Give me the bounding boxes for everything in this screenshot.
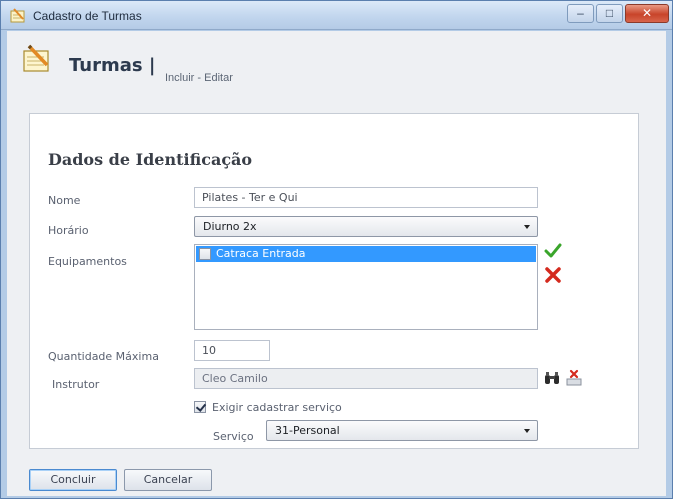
maximize-icon: □ (605, 6, 614, 20)
window-controls: ‒ □ ✕ (567, 4, 669, 23)
title-bar[interactable]: Cadastro de Turmas ‒ □ ✕ (1, 1, 672, 30)
chevron-down-icon[interactable] (524, 429, 530, 433)
close-icon: ✕ (641, 6, 653, 20)
maximize-button[interactable]: □ (596, 4, 623, 23)
notepad-icon (10, 8, 25, 23)
quantidade-label: Quantidade Máxima (48, 350, 159, 363)
quantidade-input[interactable]: 10 (194, 340, 270, 361)
close-button[interactable]: ✕ (625, 4, 669, 23)
list-item-label: Catraca Entrada (216, 247, 306, 260)
equipamentos-list[interactable]: Catraca Entrada (194, 244, 538, 330)
page-header: Turmas | Incluir - Editar (7, 31, 666, 93)
notepad-pencil-icon (23, 44, 49, 72)
green-check-icon[interactable] (544, 242, 562, 260)
instrutor-input: Cleo Camilo (194, 368, 538, 389)
dialog-window: Cadastro de Turmas ‒ □ ✕ Turmas | Inclui… (0, 0, 673, 499)
nome-label: Nome (48, 194, 81, 207)
window-title: Cadastro de Turmas (33, 9, 142, 23)
binoculars-icon[interactable] (543, 369, 561, 387)
equipamentos-label: Equipamentos (48, 255, 127, 268)
cancelar-button[interactable]: Cancelar (124, 469, 212, 491)
red-x-icon[interactable] (544, 266, 562, 284)
page-mode-subtitle: Incluir - Editar (165, 72, 233, 84)
section-title: Dados de Identificação (48, 150, 253, 169)
nome-input[interactable]: Pilates - Ter e Qui (194, 187, 538, 208)
horario-selected-value: Diurno 2x (203, 220, 257, 233)
servico-label: Serviço (213, 430, 254, 443)
minimize-button[interactable]: ‒ (567, 4, 594, 23)
concluir-button[interactable]: Concluir (29, 469, 117, 491)
minimize-icon: ‒ (577, 6, 584, 20)
chevron-down-icon[interactable] (524, 225, 530, 229)
page-title: Turmas | (69, 55, 156, 76)
horario-select[interactable]: Diurno 2x (194, 216, 538, 237)
servico-select[interactable]: 31-Personal (266, 420, 538, 441)
horario-label: Horário (48, 224, 89, 237)
identification-panel: Dados de Identificação Nome Pilates - Te… (29, 113, 639, 449)
exigir-servico-label: Exigir cadastrar serviço (212, 401, 342, 414)
clear-field-icon[interactable] (565, 369, 583, 387)
servico-selected-value: 31-Personal (275, 424, 340, 437)
list-item-checkbox[interactable] (199, 248, 211, 260)
instrutor-label: Instrutor (52, 378, 100, 391)
exigir-servico-checkbox[interactable] (194, 401, 206, 413)
dialog-client-area: Turmas | Incluir - Editar Dados de Ident… (7, 31, 666, 496)
list-item[interactable]: Catraca Entrada (196, 246, 536, 262)
